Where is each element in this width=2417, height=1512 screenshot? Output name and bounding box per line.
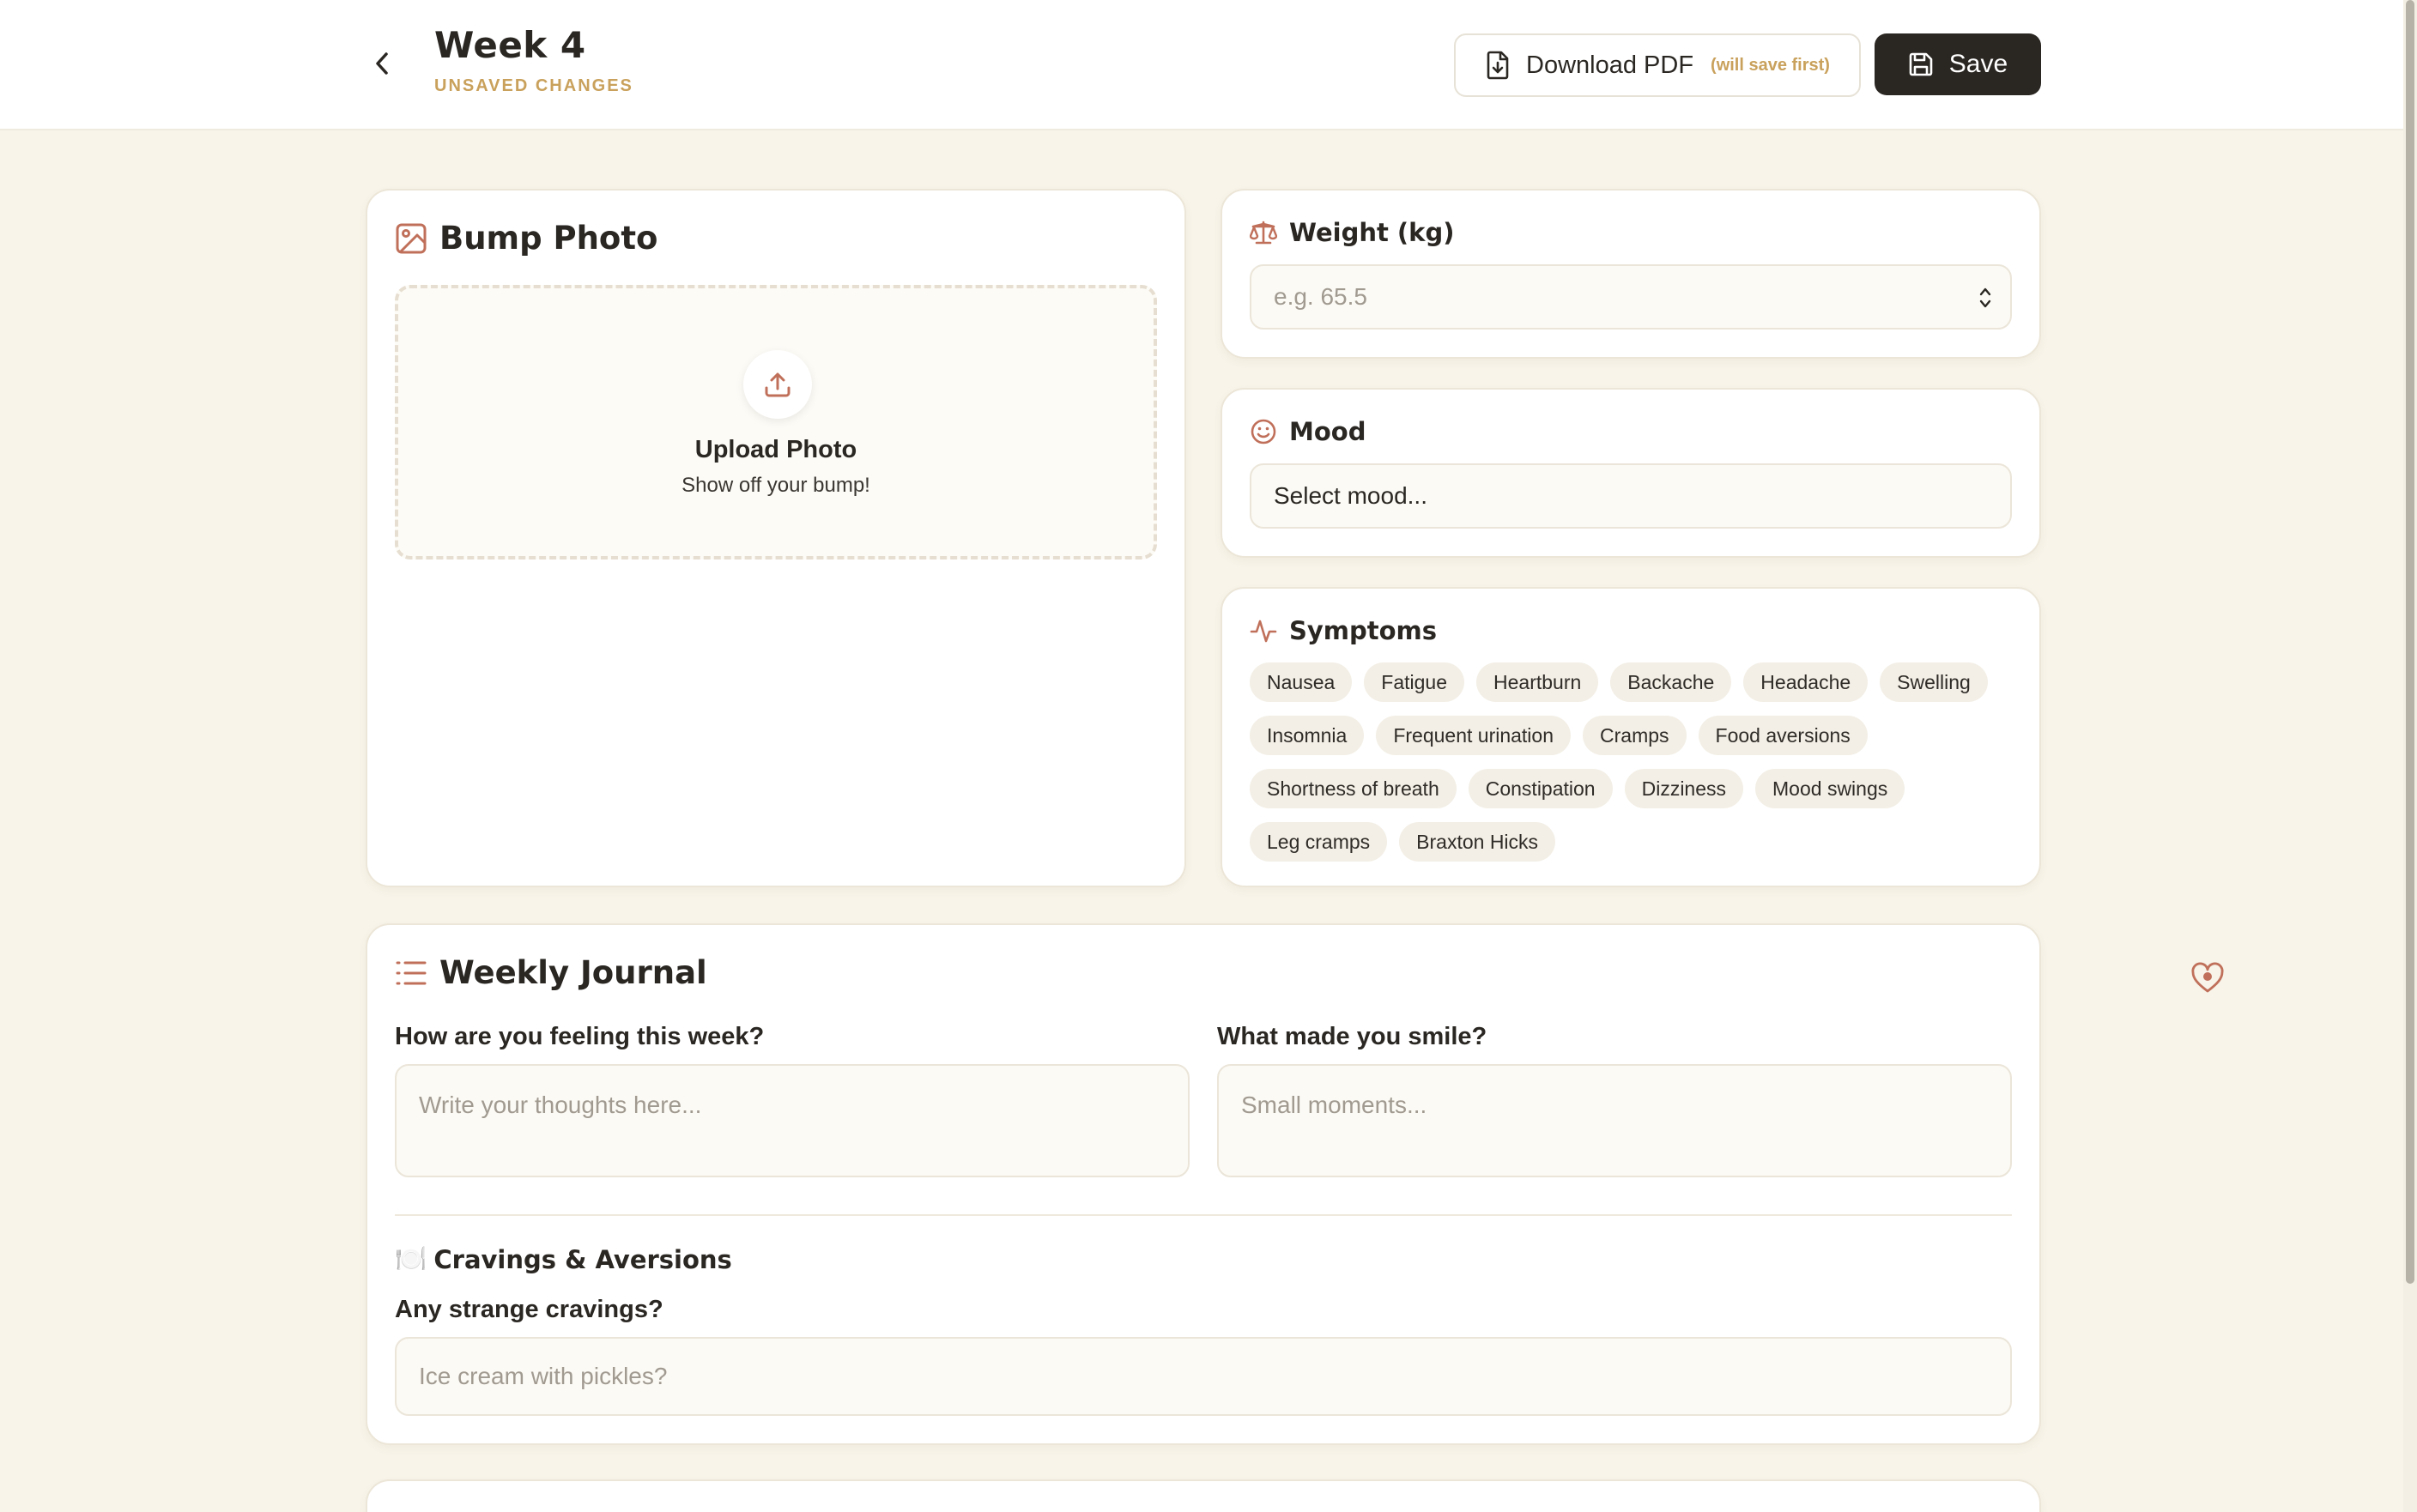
weight-heading: Weight (kg): [1250, 218, 1454, 247]
symptom-chip-row: Insomnia Frequent urination Cramps Food …: [1250, 716, 2005, 755]
symptom-chip[interactable]: Dizziness: [1624, 769, 1744, 808]
section-divider: [395, 1214, 2012, 1216]
symptom-chip[interactable]: Heartburn: [1476, 662, 1599, 702]
upload-icon: [765, 372, 791, 397]
file-download-icon: [1487, 51, 1509, 80]
symptom-chip[interactable]: Headache: [1743, 662, 1869, 702]
symptom-chip[interactable]: Backache: [1610, 662, 1732, 702]
back-button[interactable]: [366, 46, 400, 81]
symptom-chip-row: Leg cramps Braxton Hicks: [1250, 822, 2005, 862]
mood-selected-value: Select mood...: [1274, 482, 1427, 509]
download-pdf-button[interactable]: Download PDF (will save first): [1454, 33, 1861, 97]
page-title: Week 4: [434, 24, 586, 66]
symptom-chip[interactable]: Swelling: [1880, 662, 1988, 702]
feeling-textarea[interactable]: Write your thoughts here...: [395, 1064, 1190, 1177]
symptom-chip[interactable]: Nausea: [1250, 662, 1353, 702]
scale-icon: [1250, 221, 1277, 245]
bump-photo-title: Bump Photo: [439, 220, 658, 257]
save-label: Save: [1948, 50, 2008, 78]
symptoms-heading: Symptoms: [1250, 616, 1437, 645]
symptom-chip-row: Shortness of breath Constipation Dizzine…: [1250, 769, 2005, 808]
cravings-heading: 🍽️ Cravings & Aversions: [395, 1244, 732, 1274]
number-stepper-icon[interactable]: [1978, 285, 1993, 311]
activity-icon: [1250, 620, 1277, 643]
save-icon: [1909, 52, 1933, 76]
smile-placeholder: Small moments...: [1241, 1092, 1427, 1118]
smile-question-label: What made you smile?: [1217, 1023, 1487, 1050]
cravings-input[interactable]: Ice cream with pickles?: [395, 1337, 2012, 1416]
weekly-journal-title: Weekly Journal: [439, 954, 707, 991]
symptom-chip-list: Nausea Fatigue Heartburn Backache Headac…: [1250, 662, 2005, 875]
feeling-question-label: How are you feeling this week?: [395, 1023, 765, 1050]
symptom-chip-row: Nausea Fatigue Heartburn Backache Headac…: [1250, 662, 2005, 702]
symptom-chip[interactable]: Braxton Hicks: [1399, 822, 1556, 862]
symptom-chip[interactable]: Fatigue: [1364, 662, 1464, 702]
symptom-chip[interactable]: Mood swings: [1755, 769, 1905, 808]
download-pdf-label: Download PDF: [1526, 51, 1694, 79]
upload-button[interactable]: [743, 350, 812, 419]
top-bar: Week 4 UNSAVED CHANGES Download PDF (wil…: [0, 0, 2403, 130]
symptom-chip[interactable]: Leg cramps: [1250, 822, 1388, 862]
symptom-chip[interactable]: Cramps: [1583, 716, 1687, 755]
mood-select[interactable]: Select mood...: [1250, 463, 2012, 529]
cravings-title: Cravings & Aversions: [433, 1244, 732, 1274]
floating-heart-button[interactable]: [2190, 961, 2225, 995]
smile-textarea[interactable]: Small moments...: [1217, 1064, 2012, 1177]
cravings-placeholder: Ice cream with pickles?: [419, 1363, 668, 1389]
symptom-chip[interactable]: Insomnia: [1250, 716, 1365, 755]
weekly-journal-heading: Weekly Journal: [395, 954, 707, 991]
bump-photo-heading: Bump Photo: [395, 220, 657, 257]
symptom-chip[interactable]: Constipation: [1468, 769, 1613, 808]
list-icon: [396, 961, 427, 984]
weight-input[interactable]: e.g. 65.5: [1250, 264, 2012, 330]
next-card: [366, 1479, 2041, 1512]
image-icon: [396, 223, 427, 253]
mood-heading: Mood: [1250, 417, 1366, 446]
symptoms-title: Symptoms: [1289, 616, 1438, 645]
upload-title: Upload Photo: [694, 436, 857, 463]
upload-subtitle: Show off your bump!: [681, 474, 870, 497]
scrollbar-thumb[interactable]: [2406, 0, 2414, 1284]
symptom-chip[interactable]: Frequent urination: [1376, 716, 1572, 755]
cravings-question-label: Any strange cravings?: [395, 1296, 663, 1323]
chevron-left-icon: [376, 52, 388, 75]
feeling-placeholder: Write your thoughts here...: [419, 1092, 702, 1118]
save-button[interactable]: Save: [1875, 33, 2041, 95]
download-pdf-hint: (will save first): [1711, 55, 1830, 75]
symptom-chip[interactable]: Shortness of breath: [1250, 769, 1457, 808]
mood-title: Mood: [1289, 417, 1366, 446]
heart-icon: [2191, 962, 2224, 993]
unsaved-status: UNSAVED CHANGES: [434, 76, 633, 95]
plate-icon: 🍽️: [395, 1244, 427, 1274]
smile-icon: [1251, 419, 1276, 445]
symptom-chip[interactable]: Food aversions: [1698, 716, 1868, 755]
weight-placeholder: e.g. 65.5: [1274, 283, 1367, 310]
photo-upload-dropzone[interactable]: Upload Photo Show off your bump!: [395, 285, 1157, 559]
weight-title: Weight (kg): [1289, 218, 1455, 247]
